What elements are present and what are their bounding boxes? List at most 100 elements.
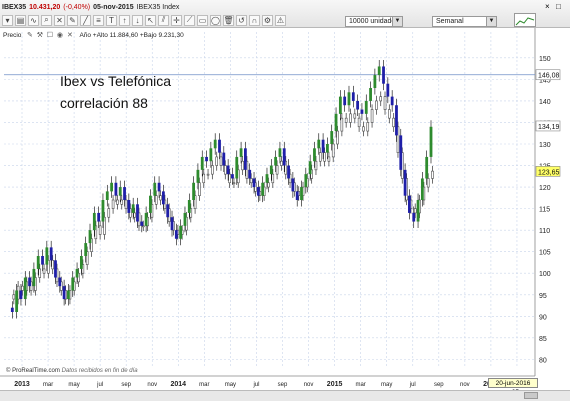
close-icon[interactable]: ✕: [65, 31, 74, 40]
ibex-candle: [269, 165, 273, 175]
ibex-candle: [136, 204, 139, 222]
fan-icon[interactable]: ⟋: [184, 14, 195, 26]
horizontal-scrollbar[interactable]: [0, 390, 570, 401]
fibonacci-icon[interactable]: ≡: [93, 14, 104, 26]
arrow-up-icon[interactable]: ↑: [119, 14, 130, 26]
maximize-icon[interactable]: □: [556, 2, 561, 11]
ibex-candle: [19, 290, 23, 300]
telefonica-body: [370, 109, 374, 123]
chart-info-bar: Precio ✎ ⚒ ☐ ◉ ✕ Año +Alto 11.884,60 +Ba…: [3, 31, 184, 40]
arrow-down-icon[interactable]: ▾: [2, 14, 13, 26]
ibex-candle: [343, 96, 347, 106]
quote-header: IBEX35 10.431,20 (-0,40%) 05-nov-2015 IB…: [2, 2, 182, 13]
footer-credit: © ProRealTime.com Datos recibidos en fin…: [6, 368, 138, 374]
ibex-candle: [32, 268, 36, 287]
ibex-candle: [330, 131, 334, 144]
ibex-candle: [54, 260, 57, 278]
telefonica-body: [392, 117, 395, 128]
quantity-select[interactable]: 10000 unidades ▼: [345, 16, 403, 27]
y-tick-label: 105: [539, 250, 551, 257]
telefonica-body: [21, 285, 24, 291]
trash-icon[interactable]: 🗑: [223, 14, 234, 26]
telefonica-body: [206, 173, 210, 176]
close-icon[interactable]: ✕: [54, 14, 65, 26]
telefonica-body: [388, 109, 391, 119]
pencil-icon[interactable]: ✎: [25, 31, 34, 40]
telefonica-body: [198, 182, 201, 196]
ibex-candle: [123, 187, 126, 200]
eye-icon[interactable]: ◉: [55, 31, 64, 40]
zoom-icon[interactable]: ⌕: [41, 14, 52, 26]
telefonica-body: [349, 113, 352, 123]
telefonica-body: [133, 212, 136, 218]
chart-toolbar: IBEX35 10.431,20 (-0,40%) 05-nov-2015 IB…: [0, 0, 570, 28]
indicator-icon[interactable]: ∿: [28, 14, 39, 26]
ibex-candle: [15, 290, 19, 312]
ibex-candle: [28, 277, 31, 287]
telefonica-body: [232, 182, 236, 185]
ibex-candle: [403, 169, 407, 196]
arrow-down-tool-icon[interactable]: ↓: [132, 14, 143, 26]
ibex-candle: [408, 195, 411, 213]
price-label: 134,19: [538, 124, 560, 131]
ibex-candle: [88, 230, 92, 244]
ibex-candle: [127, 200, 131, 213]
checkbox-icon[interactable]: ☐: [45, 31, 54, 40]
telefonica-body: [38, 268, 42, 278]
ibex-candle: [239, 148, 243, 157]
x-tick-label: nov: [460, 382, 470, 388]
info-tools: ✎ ⚒ ☐ ◉ ✕: [25, 31, 75, 40]
close-icon[interactable]: ×: [545, 2, 550, 11]
alert-icon[interactable]: ⚠: [275, 14, 286, 26]
chart-thumbnail-icon[interactable]: [514, 13, 536, 27]
ibex-candle: [75, 268, 79, 278]
ibex-candle: [304, 174, 308, 188]
x-tick-label: sep: [434, 382, 444, 388]
wrench-icon[interactable]: ⚒: [35, 31, 44, 40]
ibex-candle: [62, 286, 66, 300]
y-tick-label: 140: [539, 99, 551, 106]
telefonica-body: [426, 178, 430, 188]
ibex-candle: [265, 174, 269, 183]
scrollbar-thumb[interactable]: [524, 392, 538, 399]
ibex-candle: [313, 148, 316, 162]
telefonica-body: [249, 178, 253, 184]
ibex-candle: [140, 221, 144, 226]
y-tick-label: 90: [539, 314, 547, 321]
ibex-candle: [23, 277, 27, 300]
ticker-symbol[interactable]: IBEX35: [2, 4, 26, 11]
telefonica-body: [120, 199, 124, 205]
ibex-candle: [226, 165, 230, 175]
tool-icons: ▾ ▤ ∿ ⌕ ✕ ✎ ╱ ≡ T ↑ ↓ ↖ ⫽ ✛ ⟋ ▭ ◯ 🗑 ↺ ∩ …: [2, 14, 288, 26]
y-tick-label: 120: [539, 185, 551, 192]
telefonica-body: [241, 160, 244, 171]
text-tool-icon[interactable]: T: [106, 14, 117, 26]
pencil-icon[interactable]: ✎: [67, 14, 78, 26]
ibex-candle: [287, 165, 290, 179]
telefonica-body: [431, 170, 434, 179]
print-icon[interactable]: ▤: [15, 14, 26, 26]
y-tick-label: 95: [539, 293, 547, 300]
instrument-name: IBEX35 Index: [136, 4, 180, 11]
channel-icon[interactable]: ⫽: [158, 14, 169, 26]
cursor-icon[interactable]: ↖: [145, 14, 156, 26]
settings-icon[interactable]: ⚙: [262, 14, 273, 26]
line-tool-icon[interactable]: ╱: [80, 14, 91, 26]
ibex-candle: [326, 144, 329, 153]
x-tick-label: sep: [278, 382, 288, 388]
period-select[interactable]: Semanal ▼: [432, 16, 497, 27]
ibex-candle: [295, 191, 299, 200]
ibex-candle: [58, 277, 62, 287]
x-tick-label: jul: [96, 382, 103, 388]
crosshair-icon[interactable]: ✛: [171, 14, 182, 26]
undo-icon[interactable]: ↺: [236, 14, 247, 26]
rectangle-icon[interactable]: ▭: [197, 14, 208, 26]
cursor-date-label: 20-jun-2016 w25: [488, 378, 538, 396]
x-tick-label: jul: [252, 382, 259, 388]
magnet-icon[interactable]: ∩: [249, 14, 260, 26]
ibex-candle: [308, 161, 312, 175]
ibex-candle: [235, 156, 239, 179]
ellipse-icon[interactable]: ◯: [210, 14, 221, 26]
last-price: 10.431,20: [29, 4, 61, 11]
telefonica-body: [357, 117, 361, 128]
